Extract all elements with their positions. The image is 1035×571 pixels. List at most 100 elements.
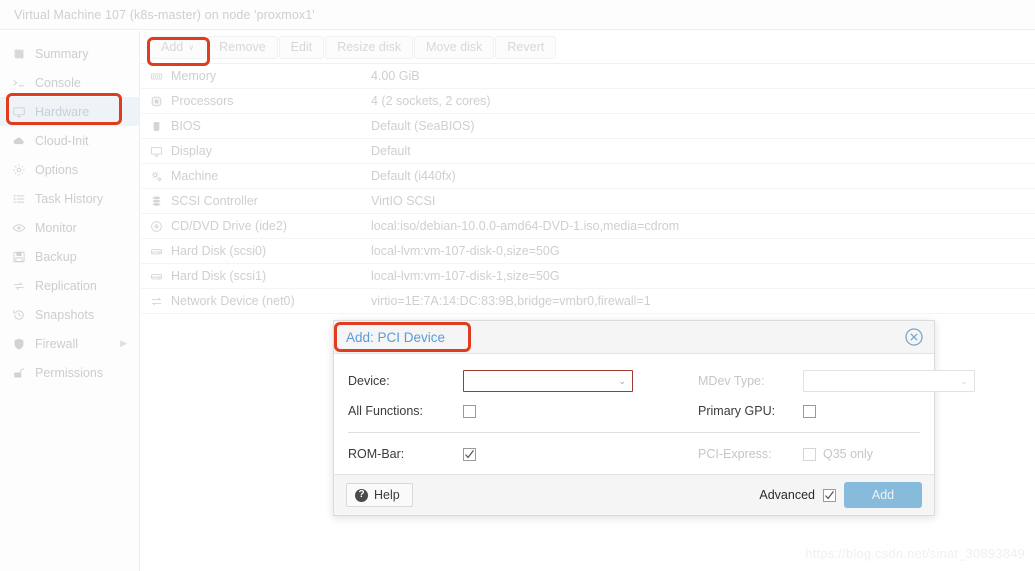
toolbar-button-remove: Remove	[207, 35, 278, 59]
watermark: https://blog.csdn.net/sinat_30893849	[805, 546, 1025, 561]
sidebar-item-backup[interactable]: Backup	[0, 242, 139, 271]
pci-express-label: PCI-Express:	[698, 447, 772, 461]
app-header: Virtual Machine 107 (k8s-master) on node…	[0, 0, 1035, 30]
spacer-cell	[638, 396, 698, 426]
device-select[interactable]: ⌄	[463, 370, 633, 392]
sidebar-item-label: Options	[35, 162, 79, 177]
dialog-body: Device: ⌄ MDev Type: ⌄ All Functions: Pr…	[334, 354, 975, 474]
primary-gpu-checkbox[interactable]	[803, 404, 816, 418]
hardware-row[interactable]: Memory 4.00 GiB	[141, 64, 1035, 89]
sidebar-item-label: Cloud-Init	[35, 133, 89, 148]
toolbar-button-add[interactable]: Add ∨	[149, 35, 207, 59]
cloud-icon	[12, 134, 32, 148]
bios-icon	[141, 120, 171, 133]
all-functions-label: All Functions:	[348, 404, 424, 418]
sidebar-item-replication[interactable]: Replication	[0, 271, 139, 300]
dialog-title: Add: PCI Device	[346, 329, 446, 345]
sidebar-item-monitor[interactable]: Monitor	[0, 213, 139, 242]
dialog-footer-actions: Advanced Add	[759, 482, 922, 508]
pci-express-checkbox[interactable]	[803, 447, 816, 461]
chevron-down-icon: ∨	[188, 42, 195, 52]
hardware-row-key: Processors	[171, 94, 234, 108]
hardware-row[interactable]: Processors 4 (2 sockets, 2 cores)	[141, 89, 1035, 114]
dialog-row-rombar: ROM-Bar: PCI-Express: Q35 only	[334, 433, 934, 469]
hardware-row-value: local:iso/debian-10.0.0-amd64-DVD-1.iso,…	[371, 219, 680, 233]
hardware-row-key: BIOS	[171, 119, 201, 133]
hardware-row-value: 4.00 GiB	[371, 69, 420, 83]
hardware-row-value: Default	[371, 144, 411, 158]
hardware-row[interactable]: Display Default	[141, 139, 1035, 164]
chevron-right-icon: ▶	[120, 338, 127, 348]
network-icon	[141, 295, 171, 308]
floppy-icon	[12, 250, 32, 264]
hardware-row-value: virtio=1E:7A:14:DC:83:9B,bridge=vmbr0,fi…	[371, 294, 651, 308]
advanced-label: Advanced	[759, 488, 815, 502]
sidebar-nav: Summary Console Hardware Cloud-Init Options T…	[0, 31, 140, 571]
hardware-row[interactable]: SCSI Controller VirtIO SCSI	[141, 189, 1035, 214]
hardware-row-value: Default (i440fx)	[371, 169, 456, 183]
harddisk-icon	[141, 270, 171, 283]
sidebar-item-label: Summary	[35, 46, 89, 61]
hardware-row[interactable]: Network Device (net0) virtio=1E:7A:14:DC:…	[141, 289, 1035, 314]
sidebar-item-hardware[interactable]: Hardware	[0, 97, 139, 126]
hardware-row-key: Memory	[171, 69, 217, 83]
hardware-row-value: local-lvm:vm-107-disk-1,size=50G	[371, 269, 560, 283]
mdev-type-label: MDev Type:	[698, 374, 765, 388]
hardware-row[interactable]: Machine Default (i440fx)	[141, 164, 1035, 189]
hardware-row[interactable]: BIOS Default (SeaBIOS)	[141, 114, 1035, 139]
sidebar-item-label: Task History	[35, 191, 104, 206]
sidebar-item-task-history[interactable]: Task History	[0, 184, 139, 213]
dialog-header: Add: PCI Device	[334, 321, 934, 354]
dialog-add-button-label: Add	[871, 488, 895, 502]
hardware-row[interactable]: CD/DVD Drive (ide2) local:iso/debian-10.0…	[141, 214, 1035, 239]
add-pci-device-dialog: Add: PCI Device Device: ⌄ MDev Type: ⌄ A…	[333, 320, 975, 516]
book-icon	[12, 47, 32, 61]
hardware-row-key: Machine	[171, 169, 219, 183]
disc-icon	[141, 220, 171, 233]
sidebar-item-label: Hardware	[35, 104, 90, 119]
question-mark-icon: ?	[355, 488, 368, 502]
close-circle-icon[interactable]	[904, 327, 924, 347]
dialog-row-device: Device: ⌄ MDev Type: ⌄	[334, 366, 975, 396]
hardware-row[interactable]: Hard Disk (scsi1) local-lvm:vm-107-disk-1…	[141, 264, 1035, 289]
rom-bar-label: ROM-Bar:	[348, 447, 405, 461]
hardware-row-key: SCSI Controller	[171, 194, 258, 208]
dialog-footer: ? Help Advanced Add	[334, 474, 934, 515]
sidebar-item-cloud-init[interactable]: Cloud-Init	[0, 126, 139, 155]
sidebar-item-label: Firewall	[35, 336, 79, 351]
sidebar-item-summary[interactable]: Summary	[0, 39, 139, 68]
hardware-row[interactable]: Hard Disk (scsi0) local-lvm:vm-107-disk-0…	[141, 239, 1035, 264]
all-functions-checkbox[interactable]	[463, 404, 476, 418]
toolbar-button-label: Edit	[290, 40, 313, 54]
sidebar-item-console[interactable]: Console	[0, 68, 139, 97]
hardware-row-value: VirtIO SCSI	[371, 194, 436, 208]
gears-icon	[141, 170, 171, 183]
mdev-type-select[interactable]: ⌄	[803, 370, 975, 392]
rom-bar-checkbox[interactable]	[463, 447, 476, 461]
sidebar-item-label: Replication	[35, 278, 97, 293]
hardware-row-key: Hard Disk (scsi0)	[171, 244, 267, 258]
sidebar-item-snapshots[interactable]: Snapshots	[0, 300, 139, 329]
hardware-row-key: Display	[171, 144, 212, 158]
dialog-add-button[interactable]: Add	[844, 482, 922, 508]
hardware-row-value: local-lvm:vm-107-disk-0,size=50G	[371, 244, 560, 258]
page-title: Virtual Machine 107 (k8s-master) on node…	[14, 7, 315, 22]
primary-gpu-label: Primary GPU:	[698, 404, 776, 418]
unlock-icon	[12, 366, 32, 380]
toolbar-button-label: Move disk	[426, 40, 483, 54]
history-icon	[12, 308, 32, 322]
sidebar-item-firewall[interactable]: Firewall ▶	[0, 329, 139, 358]
sidebar-item-options[interactable]: Options	[0, 155, 139, 184]
toolbar-button-revert: Revert	[495, 35, 557, 59]
gear-icon	[12, 163, 32, 177]
display-icon	[141, 145, 171, 158]
sidebar-item-label: Console	[35, 75, 81, 90]
help-button[interactable]: ? Help	[346, 483, 413, 507]
toolbar-button-resize-disk: Resize disk	[325, 35, 414, 59]
sidebar-item-permissions[interactable]: Permissions	[0, 358, 139, 387]
sidebar-item-label: Backup	[35, 249, 77, 264]
toolbar-button-move-disk: Move disk	[414, 35, 495, 59]
advanced-checkbox[interactable]	[823, 488, 836, 502]
dialog-row-functions: All Functions: Primary GPU:	[334, 396, 934, 426]
eye-icon	[12, 221, 32, 235]
